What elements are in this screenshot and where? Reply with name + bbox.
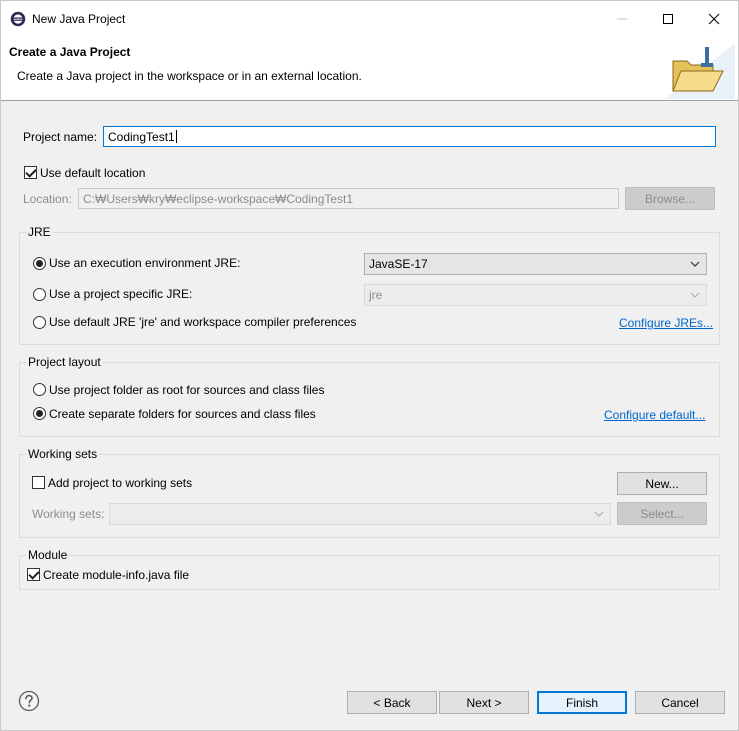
next-button[interactable]: Next > [439,691,529,714]
maximize-icon [663,14,673,24]
use-default-location-label[interactable]: Use default location [40,166,145,180]
window-title: New Java Project [32,12,126,26]
new-java-project-dialog: New Java Project Create a Java Project C… [0,0,739,731]
cancel-button[interactable]: Cancel [635,691,725,714]
project-name-input[interactable]: CodingTest1 [103,126,716,147]
java-project-folder-icon [665,43,735,99]
working-sets-group-label: Working sets [27,447,99,461]
layout-separate-folders-radio[interactable] [33,407,46,420]
wizard-title: Create a Java Project [9,45,131,59]
create-module-info-checkbox[interactable] [27,568,40,581]
minimize-button[interactable] [599,1,645,37]
chevron-down-icon [594,511,604,517]
jre-execution-env-label[interactable]: Use an execution environment JRE: [49,256,240,270]
wizard-banner: Create a Java Project Create a Java proj… [1,37,738,101]
project-name-label: Project name: [23,130,98,144]
configure-default-link[interactable]: Configure default... [604,408,705,422]
add-to-working-sets-label[interactable]: Add project to working sets [48,476,192,490]
minimize-icon [617,18,627,20]
layout-separate-folders-label[interactable]: Create separate folders for sources and … [49,407,316,421]
working-sets-label: Working sets: [32,507,105,521]
layout-root-folder-label[interactable]: Use project folder as root for sources a… [49,383,324,397]
project-jre-select: jre [364,284,707,306]
project-name-value: CodingTest1 [108,130,175,144]
module-group-label: Module [27,548,69,562]
chevron-down-icon [690,292,700,298]
project-layout-group [19,362,720,437]
close-icon [708,13,720,25]
use-default-location-checkbox[interactable] [24,166,37,179]
jre-default-radio[interactable] [33,316,46,329]
new-working-set-button[interactable]: New... [617,472,707,495]
chevron-down-icon [690,261,700,267]
execution-env-select[interactable]: JavaSE-17 [364,253,707,275]
execution-env-value: JavaSE-17 [369,257,428,271]
location-input: C:₩Users₩kry₩eclipse-workspace₩CodingTes… [78,188,619,209]
help-icon[interactable] [18,690,40,712]
create-module-info-label[interactable]: Create module-info.java file [43,568,189,582]
close-button[interactable] [691,1,737,37]
title-bar: New Java Project [1,1,738,37]
jre-group-label: JRE [27,225,52,239]
jre-project-specific-label[interactable]: Use a project specific JRE: [49,287,192,301]
project-jre-value: jre [369,288,383,302]
working-sets-select [109,503,611,525]
back-button[interactable]: < Back [347,691,437,714]
browse-button: Browse... [625,187,715,210]
working-sets-group [19,454,720,538]
text-caret [175,130,177,143]
project-layout-group-label: Project layout [27,355,102,369]
eclipse-app-icon [10,11,26,27]
jre-default-label[interactable]: Use default JRE 'jre' and workspace comp… [49,315,356,329]
configure-jres-link[interactable]: Configure JREs... [619,316,713,330]
finish-button[interactable]: Finish [537,691,627,714]
layout-root-folder-radio[interactable] [33,383,46,396]
maximize-button[interactable] [645,1,691,37]
select-working-sets-button: Select... [617,502,707,525]
jre-execution-env-radio[interactable] [33,257,46,270]
wizard-description: Create a Java project in the workspace o… [17,69,362,83]
location-label: Location: [23,192,72,206]
jre-project-specific-radio[interactable] [33,288,46,301]
add-to-working-sets-checkbox[interactable] [32,476,45,489]
